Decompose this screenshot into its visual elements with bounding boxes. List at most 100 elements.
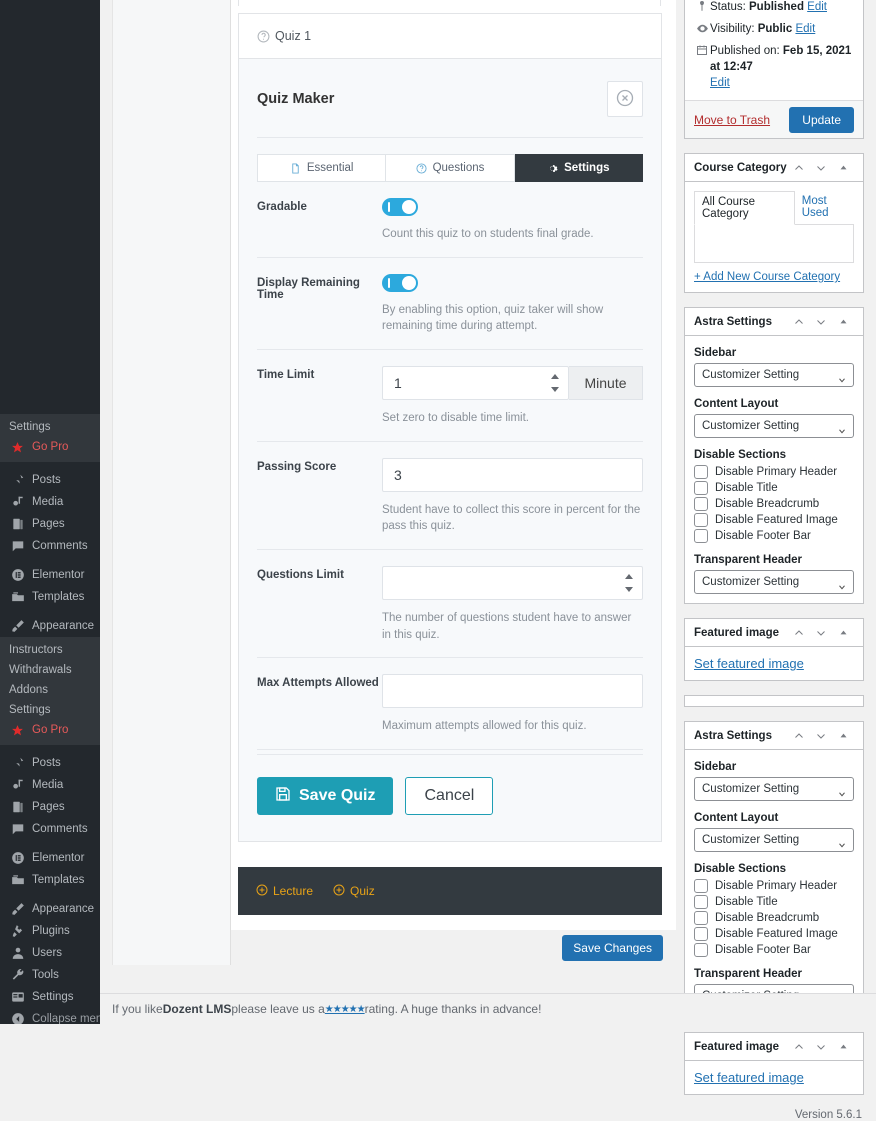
sidebar-item-go-pro[interactable]: Go Pro bbox=[0, 437, 100, 457]
sidebar-item-templates[interactable]: Templates bbox=[0, 586, 100, 608]
visibility-edit-link[interactable]: Edit bbox=[795, 21, 815, 37]
sidebar-item-settings-2[interactable]: Settings bbox=[0, 700, 100, 720]
max-attempts-input[interactable] bbox=[382, 674, 643, 709]
disable-primary-header-checkbox-2[interactable] bbox=[694, 879, 708, 893]
passing-score-input[interactable] bbox=[382, 457, 643, 492]
sidebar-item-withdrawals[interactable]: Withdrawals bbox=[0, 660, 100, 680]
astra-sidebar-select[interactable]: Customizer Setting bbox=[694, 363, 854, 387]
tab-most-used[interactable]: Most Used bbox=[795, 191, 854, 224]
checkbox-label: Disable Breadcrumb bbox=[715, 498, 820, 510]
sidebar-item-appearance-2[interactable]: Appearance bbox=[0, 898, 100, 920]
time-limit-stepper[interactable] bbox=[551, 374, 561, 393]
move-down-icon[interactable] bbox=[810, 1041, 832, 1053]
display-remaining-time-toggle[interactable] bbox=[382, 273, 418, 292]
media-icon bbox=[9, 494, 26, 511]
checkbox-label: Disable Featured Image bbox=[715, 514, 838, 526]
sidebar-item-comments-2[interactable]: Comments bbox=[0, 818, 100, 840]
save-quiz-button[interactable]: Save Quiz bbox=[257, 777, 394, 816]
toggle-panel-icon[interactable] bbox=[832, 317, 854, 326]
add-quiz-button[interactable]: Quiz bbox=[333, 884, 375, 899]
sidebar-item-pages[interactable]: Pages bbox=[0, 513, 100, 535]
move-down-icon[interactable] bbox=[810, 627, 832, 639]
astra-content-layout-select-2[interactable]: Customizer Setting bbox=[694, 828, 854, 852]
sidebar-item-instructors[interactable]: Instructors bbox=[0, 640, 100, 660]
status-edit-link[interactable]: Edit bbox=[807, 0, 827, 15]
astra-transparent-header-select[interactable]: Customizer Setting bbox=[694, 570, 854, 594]
set-featured-image-link-2[interactable]: Set featured image bbox=[694, 1070, 804, 1085]
move-up-icon[interactable] bbox=[788, 162, 810, 174]
course-category-list[interactable] bbox=[694, 225, 854, 263]
sidebar-item-addons[interactable]: Addons bbox=[0, 680, 100, 700]
disable-primary-header-checkbox[interactable] bbox=[694, 465, 708, 479]
time-limit-input[interactable] bbox=[382, 366, 569, 401]
move-to-trash-link[interactable]: Move to Trash bbox=[694, 113, 770, 127]
checkbox-row: Disable Primary Header bbox=[694, 465, 854, 479]
elementor-icon bbox=[9, 567, 26, 584]
save-changes-button[interactable]: Save Changes bbox=[562, 935, 663, 961]
sidebar-item-settings[interactable]: Settings bbox=[0, 417, 100, 437]
sidebar-item-settings-3[interactable]: Settings bbox=[0, 986, 100, 1008]
disable-footer-bar-checkbox-2[interactable] bbox=[694, 943, 708, 957]
questions-limit-input[interactable] bbox=[382, 566, 643, 601]
sidebar-item-collapse-menu[interactable]: Collapse menu bbox=[0, 1008, 100, 1024]
sidebar-item-plugins[interactable]: Plugins bbox=[0, 920, 100, 942]
set-featured-image-link[interactable]: Set featured image bbox=[694, 656, 804, 671]
toggle-panel-icon[interactable] bbox=[832, 628, 854, 637]
tab-settings[interactable]: Settings bbox=[514, 154, 643, 182]
move-up-icon[interactable] bbox=[788, 1041, 810, 1053]
move-down-icon[interactable] bbox=[810, 316, 832, 328]
disable-title-checkbox[interactable] bbox=[694, 481, 708, 495]
cancel-button[interactable]: Cancel bbox=[405, 777, 494, 816]
add-content-bar: Lecture Quiz bbox=[238, 867, 662, 915]
astra-sidebar-select-2[interactable]: Customizer Setting bbox=[694, 777, 854, 801]
disable-breadcrumb-checkbox-2[interactable] bbox=[694, 911, 708, 925]
sidebar-submenu-group-2: Instructors Withdrawals Addons Settings … bbox=[0, 637, 100, 745]
tab-questions[interactable]: Questions bbox=[386, 154, 515, 182]
disable-featured-image-checkbox-2[interactable] bbox=[694, 927, 708, 941]
quiz-maker-header: Quiz Maker bbox=[257, 59, 643, 138]
disable-breadcrumb-checkbox[interactable] bbox=[694, 497, 708, 511]
disable-featured-image-checkbox[interactable] bbox=[694, 513, 708, 527]
move-up-icon[interactable] bbox=[788, 730, 810, 742]
move-up-icon[interactable] bbox=[788, 316, 810, 328]
toggle-panel-icon[interactable] bbox=[832, 731, 854, 740]
sidebar-item-posts-2[interactable]: Posts bbox=[0, 752, 100, 774]
toggle-panel-icon[interactable] bbox=[832, 163, 854, 172]
astra-disable-sections-label: Disable Sections bbox=[694, 863, 787, 875]
add-lecture-button[interactable]: Lecture bbox=[256, 884, 313, 899]
astra-content-layout-select[interactable]: Customizer Setting bbox=[694, 414, 854, 438]
close-button[interactable] bbox=[607, 81, 643, 117]
move-down-icon[interactable] bbox=[810, 162, 832, 174]
checkbox-row: Disable Featured Image bbox=[694, 927, 854, 941]
move-up-icon[interactable] bbox=[788, 627, 810, 639]
sidebar-item-go-pro-2[interactable]: Go Pro bbox=[0, 720, 100, 740]
published-edit-link[interactable]: Edit bbox=[710, 77, 730, 89]
toggle-panel-icon[interactable] bbox=[832, 1042, 854, 1051]
tab-all-course-category[interactable]: All Course Category bbox=[694, 191, 795, 225]
update-button[interactable]: Update bbox=[789, 106, 854, 133]
sidebar-item-tools[interactable]: Tools bbox=[0, 964, 100, 986]
sidebar-item-elementor[interactable]: Elementor bbox=[0, 564, 100, 586]
sidebar-item-templates-2[interactable]: Templates bbox=[0, 869, 100, 891]
field-help: Student have to collect this score in pe… bbox=[382, 503, 641, 533]
gradable-toggle[interactable] bbox=[382, 198, 418, 216]
disable-footer-bar-checkbox[interactable] bbox=[694, 529, 708, 543]
disable-title-checkbox-2[interactable] bbox=[694, 895, 708, 909]
sidebar-item-media[interactable]: Media bbox=[0, 491, 100, 513]
move-down-icon[interactable] bbox=[810, 730, 832, 742]
add-new-course-category-link[interactable]: + Add New Course Category bbox=[694, 271, 854, 283]
rating-stars[interactable]: ★★★★★ bbox=[325, 1004, 366, 1015]
course-category-box: Course Category All Course Category Most… bbox=[684, 153, 864, 293]
sidebar-item-comments[interactable]: Comments bbox=[0, 535, 100, 557]
sidebar-item-pages-2[interactable]: Pages bbox=[0, 796, 100, 818]
sidebar-item-appearance[interactable]: Appearance bbox=[0, 615, 100, 637]
sidebar-item-media-2[interactable]: Media bbox=[0, 774, 100, 796]
questions-limit-stepper[interactable] bbox=[625, 574, 635, 593]
sidebar-item-posts[interactable]: Posts bbox=[0, 469, 100, 491]
quiz-item-header[interactable]: Quiz 1 bbox=[239, 14, 661, 59]
astra-settings-header: Astra Settings bbox=[685, 308, 863, 336]
tab-essential[interactable]: Essential bbox=[257, 154, 387, 182]
sidebar-item-users[interactable]: Users bbox=[0, 942, 100, 964]
sidebar-item-elementor-2[interactable]: Elementor bbox=[0, 847, 100, 869]
page-title: Quiz Maker bbox=[257, 91, 335, 107]
